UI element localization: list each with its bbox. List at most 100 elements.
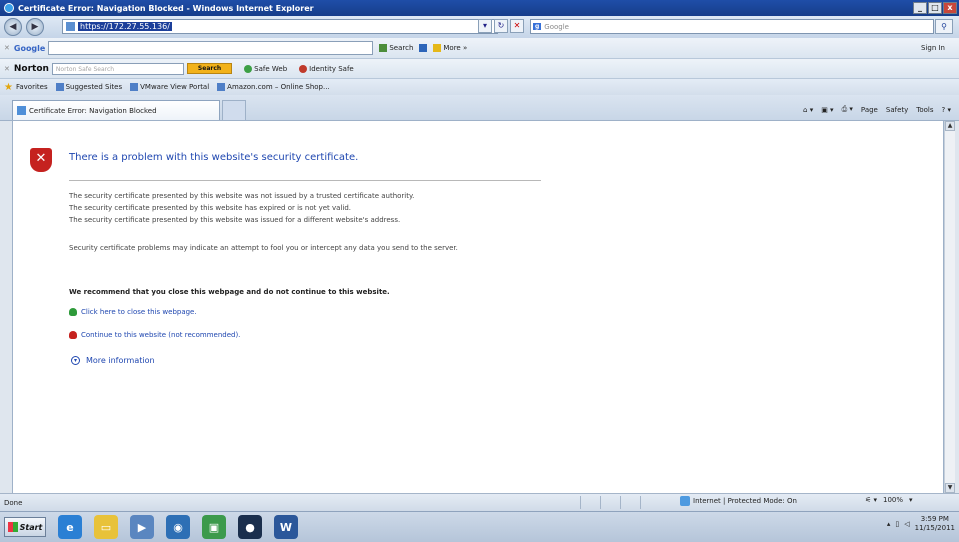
zoom-control[interactable]: ⚟ ▾ 100% ▾ bbox=[865, 496, 913, 504]
google-bookmark-button[interactable] bbox=[419, 44, 428, 52]
tray-arrow-icon[interactable]: ▴ bbox=[887, 520, 891, 528]
favorites-bar: ★ Favorites Suggested Sites VMware View … bbox=[0, 78, 959, 95]
window-controls: _ □ x bbox=[913, 2, 957, 14]
reason-expired: The security certificate presented by th… bbox=[69, 204, 352, 212]
google-more-button[interactable]: More » bbox=[433, 44, 467, 52]
print-icon[interactable]: ⎙ ▾ bbox=[842, 105, 853, 114]
folder-icon[interactable]: ▭ bbox=[94, 515, 118, 539]
back-button[interactable]: ◀ bbox=[4, 18, 22, 36]
tab-page-icon bbox=[17, 106, 26, 115]
favorites-star-icon[interactable]: ★ bbox=[4, 82, 13, 93]
identity-safe-button[interactable]: Identity Safe bbox=[299, 64, 354, 73]
reasons-list: The security certificate presented by th… bbox=[69, 190, 414, 226]
search-placeholder: Google bbox=[544, 22, 569, 31]
vmware-icon[interactable]: ▣ bbox=[202, 515, 226, 539]
internet-explorer-icon[interactable]: e bbox=[58, 515, 82, 539]
search-input[interactable]: g Google bbox=[530, 19, 934, 34]
word-icon[interactable]: W bbox=[274, 515, 298, 539]
search-go-icon[interactable]: ⚲ bbox=[935, 19, 953, 34]
taskbar: Start e ▭ ▶ ◉ ▣ ● W ▴ ▯ ◁ 3:59 PM 11/15/… bbox=[0, 511, 959, 542]
safe-web-icon bbox=[244, 64, 253, 73]
warning-text: Security certificate problems may indica… bbox=[69, 244, 458, 252]
favorite-page-icon bbox=[130, 83, 139, 91]
start-label: Start bbox=[19, 522, 43, 532]
norton-search-input[interactable]: Norton Safe Search bbox=[51, 62, 184, 75]
page-content: ✕ There is a problem with this website's… bbox=[12, 121, 944, 493]
norton-toolbar: ✕ Norton Norton Safe Search Search Safe … bbox=[0, 58, 959, 78]
browser-app-icon[interactable]: ◉ bbox=[166, 515, 190, 539]
minimize-button[interactable]: _ bbox=[913, 2, 927, 14]
feeds-icon[interactable]: ▣ ▾ bbox=[821, 106, 833, 114]
tab-certificate-error[interactable]: Certificate Error: Navigation Blocked bbox=[12, 100, 220, 120]
close-webpage-label[interactable]: Click here to close this webpage. bbox=[81, 308, 197, 316]
identity-safe-icon bbox=[299, 64, 308, 73]
network-icon[interactable]: ▯ bbox=[895, 520, 899, 528]
certificate-error-icon[interactable]: ▾ bbox=[478, 19, 492, 33]
address-actions: ▾ ↻ ✕ bbox=[478, 19, 524, 33]
identity-safe-label: Identity Safe bbox=[309, 64, 354, 73]
page-menu[interactable]: Page bbox=[861, 106, 878, 114]
more-information-toggle[interactable]: ▾ More information bbox=[71, 356, 155, 365]
shield-x-icon: ✕ bbox=[30, 148, 52, 172]
app-icon[interactable]: ● bbox=[238, 515, 262, 539]
zoom-level[interactable]: 100% bbox=[883, 496, 903, 504]
media-player-icon[interactable]: ▶ bbox=[130, 515, 154, 539]
green-shield-icon bbox=[69, 308, 77, 316]
google-more-label: More » bbox=[443, 44, 468, 52]
status-divider bbox=[620, 496, 634, 509]
volume-icon[interactable]: ◁ bbox=[904, 520, 909, 528]
help-icon[interactable]: ? ▾ bbox=[942, 106, 951, 114]
windows-flag-icon bbox=[7, 522, 18, 532]
refresh-icon[interactable]: ↻ bbox=[494, 19, 508, 33]
internet-zone-icon bbox=[680, 496, 690, 506]
norton-search-button[interactable]: Search bbox=[186, 63, 233, 74]
vertical-scrollbar[interactable]: ▲ ▼ bbox=[944, 121, 955, 493]
clock[interactable]: 3:59 PM 11/15/2011 bbox=[915, 515, 955, 533]
ie-logo-icon bbox=[4, 3, 14, 13]
security-zone[interactable]: Internet | Protected Mode: On bbox=[680, 496, 797, 506]
page-icon bbox=[66, 22, 75, 31]
close-norton-toolbar-icon[interactable]: ✕ bbox=[4, 65, 10, 73]
more-icon bbox=[433, 44, 442, 52]
favorites-button[interactable]: Favorites bbox=[16, 83, 48, 91]
reason-address-mismatch: The security certificate presented by th… bbox=[69, 216, 401, 224]
favorite-item-vmware[interactable]: VMware View Portal bbox=[130, 83, 209, 91]
close-window-button[interactable]: x bbox=[943, 2, 957, 14]
more-information-label[interactable]: More information bbox=[86, 356, 155, 365]
forward-button[interactable]: ▶ bbox=[26, 18, 44, 36]
favorite-page-icon bbox=[55, 83, 64, 91]
favorite-item-suggested-sites[interactable]: Suggested Sites bbox=[55, 83, 122, 91]
scroll-up-icon[interactable]: ▲ bbox=[945, 121, 955, 131]
maximize-button[interactable]: □ bbox=[928, 2, 942, 14]
safe-web-label: Safe Web bbox=[254, 64, 288, 73]
address-bar[interactable]: https://172.27.55.136/ bbox=[62, 19, 498, 34]
stop-icon[interactable]: ✕ bbox=[510, 19, 524, 33]
google-search-label: Search bbox=[389, 44, 414, 52]
favorite-item-amazon[interactable]: Amazon.com – Online Shop... bbox=[217, 83, 330, 91]
google-search-input[interactable] bbox=[48, 41, 374, 55]
start-button[interactable]: Start bbox=[4, 517, 46, 537]
system-tray: ▴ ▯ ◁ 3:59 PM 11/15/2011 bbox=[887, 515, 955, 533]
sign-in-link[interactable]: Sign In bbox=[921, 44, 945, 52]
google-toolbar: ✕ Google Search More » Sign In bbox=[0, 38, 959, 58]
divider bbox=[69, 180, 541, 181]
favorite-label: VMware View Portal bbox=[140, 83, 210, 91]
zoom-dropdown-icon[interactable]: ▾ bbox=[909, 496, 913, 504]
popup-icon[interactable]: ⚟ ▾ bbox=[865, 496, 877, 504]
bookmark-icon bbox=[419, 44, 428, 52]
close-webpage-link[interactable]: Click here to close this webpage. bbox=[69, 308, 197, 316]
home-icon[interactable]: ⌂ ▾ bbox=[803, 106, 813, 114]
continue-website-link[interactable]: Continue to this website (not recommende… bbox=[69, 331, 240, 339]
norton-logo: Norton bbox=[13, 63, 49, 74]
safety-menu[interactable]: Safety bbox=[886, 106, 908, 114]
new-tab-button[interactable] bbox=[222, 100, 246, 120]
close-toolbar-icon[interactable]: ✕ bbox=[4, 44, 10, 52]
safe-web-button[interactable]: Safe Web bbox=[244, 64, 288, 73]
continue-website-label[interactable]: Continue to this website (not recommende… bbox=[81, 331, 240, 339]
scroll-down-icon[interactable]: ▼ bbox=[945, 483, 955, 493]
address-url[interactable]: https://172.27.55.136/ bbox=[78, 22, 172, 31]
reason-untrusted: The security certificate presented by th… bbox=[69, 192, 415, 200]
status-divider bbox=[640, 496, 654, 509]
google-search-button[interactable]: Search bbox=[379, 44, 413, 52]
tools-menu[interactable]: Tools bbox=[916, 106, 933, 114]
